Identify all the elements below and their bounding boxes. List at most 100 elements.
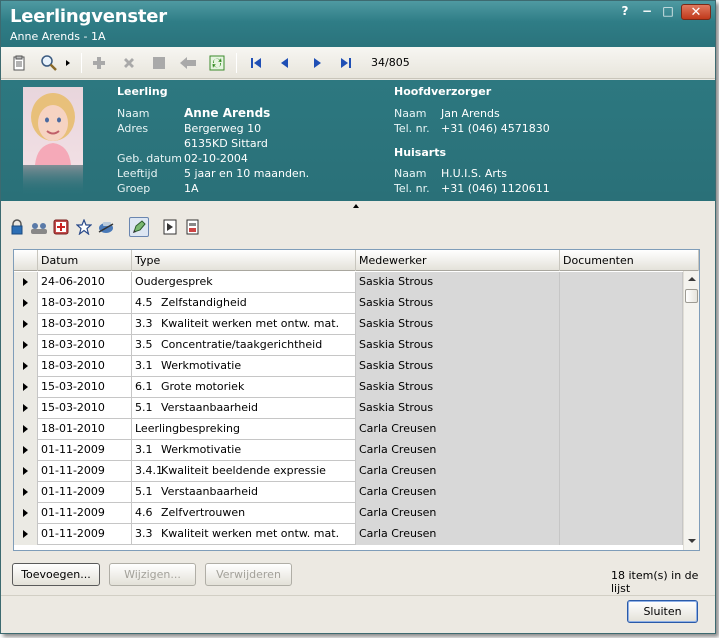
cell-medewerker[interactable]: Carla Creusen (356, 503, 560, 524)
cell-type[interactable]: Oudergesprek (132, 272, 356, 293)
cell-medewerker[interactable]: Saskia Strous (356, 335, 560, 356)
close-button[interactable]: Sluiten (627, 600, 698, 623)
row-pointer-icon[interactable] (14, 524, 38, 545)
title-bar[interactable]: Leerlingvenster Anne Arends - 1A ? − □ ✕ (1, 1, 715, 47)
cell-medewerker[interactable]: Saskia Strous (356, 377, 560, 398)
delete-button[interactable]: Verwijderen (205, 563, 292, 586)
collapse-splitter[interactable] (1, 201, 715, 212)
transport-icon[interactable] (96, 217, 116, 237)
scroll-down-icon[interactable] (688, 539, 696, 543)
cell-datum[interactable]: 18-03-2010 (38, 335, 132, 356)
row-pointer-icon[interactable] (14, 335, 38, 356)
cell-medewerker[interactable]: Carla Creusen (356, 440, 560, 461)
row-pointer-icon[interactable] (14, 293, 38, 314)
table-row[interactable]: 18-03-2010 3.5 Concentratie/taakgerichthei… (14, 335, 683, 356)
cell-datum[interactable]: 01-11-2009 (38, 461, 132, 482)
cell-documenten[interactable] (560, 335, 683, 356)
cell-medewerker[interactable]: Saskia Strous (356, 293, 560, 314)
last-record-icon[interactable] (336, 53, 356, 73)
previous-record-icon[interactable] (275, 53, 295, 73)
refresh-icon[interactable] (207, 53, 227, 73)
clipboard-icon[interactable] (9, 53, 29, 73)
row-pointer-icon[interactable] (14, 356, 38, 377)
close-window-button[interactable]: ✕ (681, 4, 711, 20)
row-pointer-icon[interactable] (14, 461, 38, 482)
scroll-up-icon[interactable] (688, 277, 696, 281)
cell-datum[interactable]: 18-03-2010 (38, 314, 132, 335)
cell-type[interactable]: 5.1 Verstaanbaarheid (132, 398, 356, 419)
cell-documenten[interactable] (560, 314, 683, 335)
row-pointer-icon[interactable] (14, 398, 38, 419)
group-icon[interactable] (29, 217, 49, 237)
minimize-button[interactable]: − (637, 4, 657, 20)
grid-vertical-scrollbar[interactable] (683, 271, 699, 550)
cell-documenten[interactable] (560, 398, 683, 419)
history-grid[interactable]: Datum Type Medewerker Documenten 24-06-2… (13, 249, 700, 551)
row-pointer-icon[interactable] (14, 503, 38, 524)
back-arrow-icon[interactable] (178, 53, 198, 73)
cell-documenten[interactable] (560, 524, 683, 545)
star-icon[interactable] (74, 217, 94, 237)
cell-datum[interactable]: 01-11-2009 (38, 482, 132, 503)
cell-datum[interactable]: 18-01-2010 (38, 419, 132, 440)
notes-icon[interactable] (129, 217, 149, 237)
table-row[interactable]: 01-11-2009 4.6 Zelfvertrouwen Carla Creusen (14, 503, 683, 524)
header-medewerker[interactable]: Medewerker (356, 250, 560, 271)
table-row[interactable]: 18-03-2010 4.5 Zelfstandigheid Saskia Strou… (14, 293, 683, 314)
cell-medewerker[interactable]: Carla Creusen (356, 419, 560, 440)
help-button[interactable]: ? (615, 4, 635, 20)
cell-datum[interactable]: 24-06-2010 (38, 272, 132, 293)
cell-type[interactable]: 3.1 Werkmotivatie (132, 440, 356, 461)
dropdown-arrow-icon[interactable] (63, 53, 73, 73)
cell-documenten[interactable] (560, 293, 683, 314)
cell-documenten[interactable] (560, 356, 683, 377)
cell-medewerker[interactable]: Saskia Strous (356, 314, 560, 335)
add-button[interactable]: Toevoegen... (12, 563, 100, 586)
add-icon[interactable] (89, 53, 109, 73)
document-icon[interactable] (160, 217, 180, 237)
cell-documenten[interactable] (560, 377, 683, 398)
cell-type[interactable]: 3.3 Kwaliteit werken met ontw. mat. (132, 314, 356, 335)
first-record-icon[interactable] (246, 53, 266, 73)
cell-datum[interactable]: 01-11-2009 (38, 440, 132, 461)
table-row[interactable]: 01-11-2009 3.3 Kwaliteit werken met ontw. … (14, 524, 683, 545)
maximize-button[interactable]: □ (658, 4, 678, 20)
cell-medewerker[interactable]: Saskia Strous (356, 272, 560, 293)
cell-medewerker[interactable]: Saskia Strous (356, 356, 560, 377)
report-icon[interactable] (183, 217, 203, 237)
cell-type[interactable]: Leerlingbespreking (132, 419, 356, 440)
cell-documenten[interactable] (560, 440, 683, 461)
row-pointer-icon[interactable] (14, 377, 38, 398)
table-row[interactable]: 18-01-2010 Leerlingbespreking Carla Creuse… (14, 419, 683, 440)
table-row[interactable]: 01-11-2009 3.1 Werkmotivatie Carla Creusen (14, 440, 683, 461)
cell-datum[interactable]: 15-03-2010 (38, 398, 132, 419)
cell-documenten[interactable] (560, 461, 683, 482)
cell-type[interactable]: 4.6 Zelfvertrouwen (132, 503, 356, 524)
cell-type[interactable]: 3.1 Werkmotivatie (132, 356, 356, 377)
stop-icon[interactable] (149, 53, 169, 73)
header-datum[interactable]: Datum (38, 250, 132, 271)
cell-documenten[interactable] (560, 503, 683, 524)
cell-medewerker[interactable]: Carla Creusen (356, 482, 560, 503)
cell-datum[interactable]: 01-11-2009 (38, 524, 132, 545)
table-row[interactable]: 18-03-2010 3.1 Werkmotivatie Saskia Strous (14, 356, 683, 377)
table-row[interactable]: 15-03-2010 6.1 Grote motoriek Saskia Strous (14, 377, 683, 398)
cell-type[interactable]: 3.3 Kwaliteit werken met ontw. mat. (132, 524, 356, 545)
cell-datum[interactable]: 01-11-2009 (38, 503, 132, 524)
lock-icon[interactable] (7, 217, 27, 237)
row-pointer-icon[interactable] (14, 440, 38, 461)
cell-type[interactable]: 4.5 Zelfstandigheid (132, 293, 356, 314)
cell-datum[interactable]: 15-03-2010 (38, 377, 132, 398)
cell-documenten[interactable] (560, 419, 683, 440)
cell-medewerker[interactable]: Carla Creusen (356, 461, 560, 482)
cell-medewerker[interactable]: Saskia Strous (356, 398, 560, 419)
cell-datum[interactable]: 18-03-2010 (38, 293, 132, 314)
table-row[interactable]: 24-06-2010 Oudergesprek Saskia Strous (14, 272, 683, 293)
cell-documenten[interactable] (560, 482, 683, 503)
cell-type[interactable]: 3.5 Concentratie/taakgerichtheid (132, 335, 356, 356)
row-pointer-icon[interactable] (14, 272, 38, 293)
row-pointer-icon[interactable] (14, 314, 38, 335)
row-pointer-icon[interactable] (14, 482, 38, 503)
medical-icon[interactable] (51, 217, 71, 237)
magnifier-icon[interactable] (39, 53, 59, 73)
